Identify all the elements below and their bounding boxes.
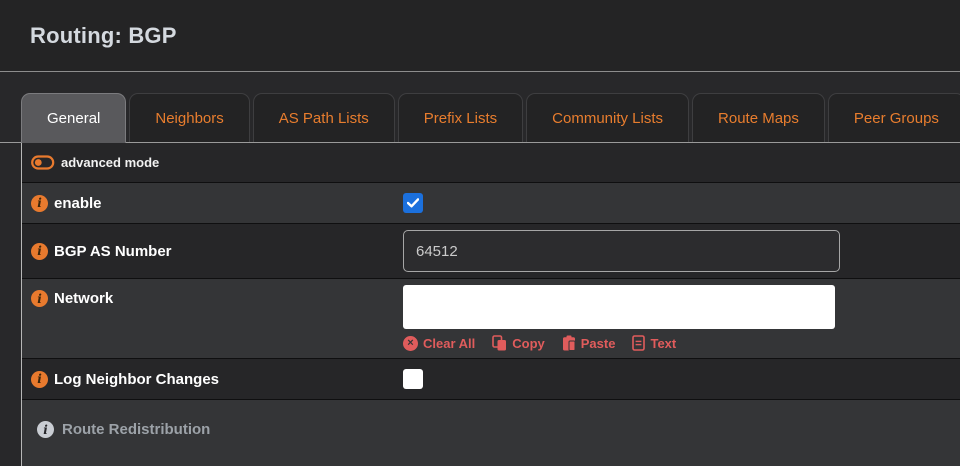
advanced-mode-toggle[interactable] — [31, 155, 55, 170]
copy-icon — [492, 335, 507, 351]
advanced-mode-label: advanced mode — [61, 155, 159, 170]
log-neighbor-changes-label: Log Neighbor Changes — [54, 371, 219, 388]
info-icon[interactable]: i — [31, 195, 48, 212]
enable-row: i enable — [22, 182, 960, 223]
paste-label: Paste — [581, 336, 616, 351]
tab-route-maps-label: Route Maps — [718, 110, 799, 127]
paste-button[interactable]: Paste — [562, 335, 616, 351]
file-text-icon — [632, 335, 645, 351]
general-tab-panel: advanced mode i enable i BGP AS Number — [21, 143, 960, 466]
text-label: Text — [650, 336, 676, 351]
tab-as-path-lists[interactable]: AS Path Lists — [253, 93, 395, 142]
bgp-as-number-label: BGP AS Number — [54, 243, 172, 260]
advanced-mode-row: advanced mode — [22, 143, 960, 182]
clear-all-label: Clear All — [423, 336, 475, 351]
tab-community-lists-label: Community Lists — [552, 110, 663, 127]
info-icon[interactable]: i — [37, 421, 54, 438]
tab-neighbors[interactable]: Neighbors — [129, 93, 249, 142]
text-button[interactable]: Text — [632, 335, 676, 351]
toggle-off-icon — [31, 155, 55, 170]
copy-button[interactable]: Copy — [492, 335, 545, 351]
clear-all-button[interactable]: × Clear All — [403, 336, 475, 351]
enable-label: enable — [54, 195, 102, 212]
paste-icon — [562, 335, 576, 351]
tab-prefix-lists-label: Prefix Lists — [424, 110, 497, 127]
page-header: Routing: BGP — [0, 0, 960, 72]
network-label: Network — [54, 290, 113, 307]
route-redistribution-row: i Route Redistribution — [22, 399, 960, 466]
network-row: i Network × Clear All Copy — [22, 278, 960, 358]
checkmark-icon — [407, 198, 419, 208]
copy-label: Copy — [512, 336, 545, 351]
tab-peer-groups-label: Peer Groups — [854, 110, 939, 127]
routing-bgp-page: Routing: BGP General Neighbors AS Path L… — [0, 0, 960, 466]
info-icon[interactable]: i — [31, 290, 48, 307]
tab-community-lists[interactable]: Community Lists — [526, 93, 689, 142]
tab-route-maps[interactable]: Route Maps — [692, 93, 825, 142]
log-neighbor-changes-row: i Log Neighbor Changes — [22, 358, 960, 399]
tab-neighbors-label: Neighbors — [155, 110, 223, 127]
bgp-as-number-input[interactable] — [403, 230, 840, 272]
network-actions: × Clear All Copy — [403, 335, 676, 351]
tab-general-label: General — [47, 110, 100, 127]
info-icon[interactable]: i — [31, 243, 48, 260]
info-icon[interactable]: i — [31, 371, 48, 388]
clear-all-icon: × — [403, 336, 418, 351]
tab-prefix-lists[interactable]: Prefix Lists — [398, 93, 523, 142]
tab-general[interactable]: General — [21, 93, 126, 143]
enable-checkbox[interactable] — [403, 193, 423, 213]
tab-bar: General Neighbors AS Path Lists Prefix L… — [0, 93, 960, 143]
tab-peer-groups[interactable]: Peer Groups — [828, 93, 960, 142]
page-title: Routing: BGP — [30, 23, 177, 49]
route-redistribution-label: Route Redistribution — [62, 421, 210, 438]
tab-as-path-lists-label: AS Path Lists — [279, 110, 369, 127]
network-input[interactable] — [403, 285, 835, 329]
log-neighbor-changes-checkbox[interactable] — [403, 369, 423, 389]
bgp-as-number-row: i BGP AS Number — [22, 223, 960, 278]
